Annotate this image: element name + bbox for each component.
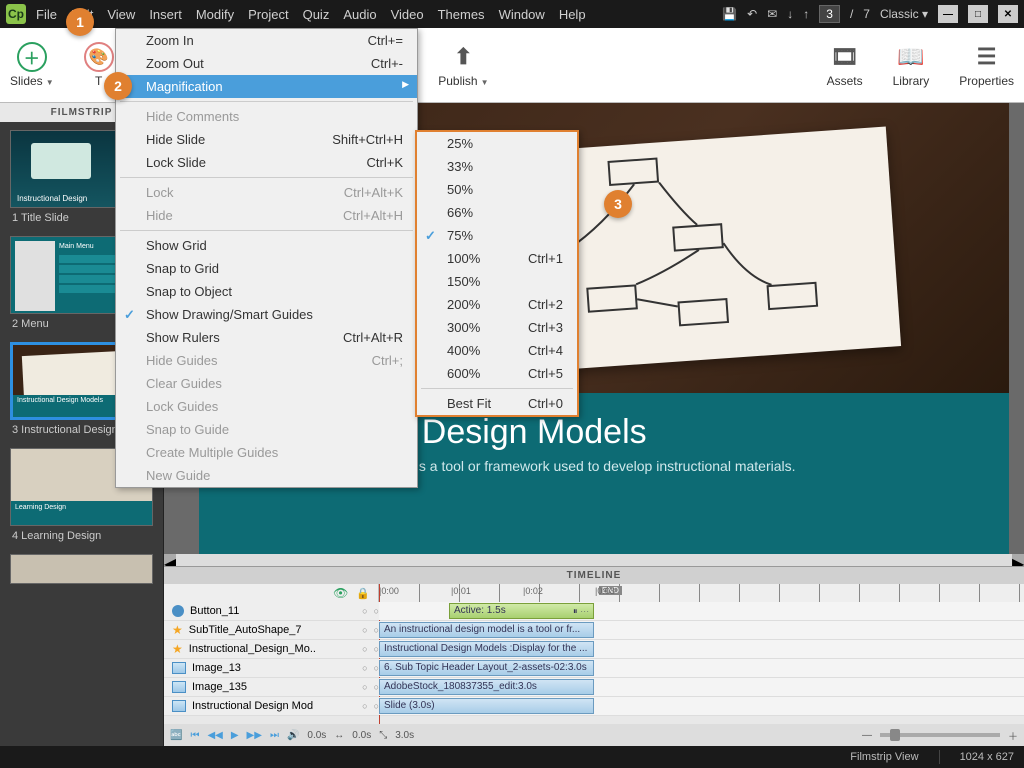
menu-item: HideCtrl+Alt+H — [116, 204, 417, 227]
app-logo: Cp — [6, 4, 26, 24]
timeline-panel: TIMELINE 👁 🔒 END|0:00|0:01|0:02|0:03 Butt… — [164, 566, 1024, 746]
status-view: Filmstrip View — [850, 751, 918, 763]
lock-icon[interactable]: 🔒 — [356, 587, 370, 600]
cc-toggle[interactable]: 🔤 — [170, 730, 182, 741]
mail-icon[interactable]: ✉ — [767, 7, 777, 21]
menu-insert[interactable]: Insert — [149, 7, 182, 22]
menu-item: Hide GuidesCtrl+; — [116, 349, 417, 372]
tl-audio[interactable]: 🔊 — [287, 730, 299, 741]
step-marker-3: 3 — [604, 190, 632, 218]
tl-first[interactable]: ⏮ — [190, 730, 199, 741]
timeline-controls: 🔤 ⏮ ◀◀ ▶ ▶▶ ⏭ 🔊 0.0s ↔ 0.0s ⤡ 3.0s — ＋ — [164, 724, 1024, 746]
menu-item[interactable]: Show Grid — [116, 234, 417, 257]
page-sep: / — [850, 7, 853, 21]
magnification-submenu[interactable]: 25%33%50%66%75%100%Ctrl+1150%200%Ctrl+23… — [415, 130, 579, 417]
menu-item: Lock Guides — [116, 395, 417, 418]
menu-item[interactable]: Show Drawing/Smart Guides — [116, 303, 417, 326]
status-bar: Filmstrip View 1024 x 627 — [0, 746, 1024, 768]
menu-item[interactable]: Snap to Grid — [116, 257, 417, 280]
step-marker-1: 1 — [66, 8, 94, 36]
visibility-icon[interactable]: 👁 — [333, 586, 348, 600]
step-marker-2: 2 — [104, 72, 132, 100]
menu-item[interactable]: 150% — [417, 270, 577, 293]
menu-item[interactable]: 33% — [417, 155, 577, 178]
menu-item[interactable]: Snap to Object — [116, 280, 417, 303]
menu-bar: FileEditViewInsertModifyProjectQuizAudio… — [36, 7, 586, 22]
menu-item: Snap to Guide — [116, 418, 417, 441]
menu-file[interactable]: File — [36, 7, 57, 22]
tl-prev[interactable]: ◀◀ — [207, 730, 222, 741]
tl-div-icon: ⤡ — [379, 730, 387, 741]
tl-next[interactable]: ▶▶ — [247, 730, 262, 741]
menu-item: Hide Comments — [116, 105, 417, 128]
timeline-header: TIMELINE — [164, 567, 1024, 584]
menu-themes[interactable]: Themes — [438, 7, 485, 22]
menu-help[interactable]: Help — [559, 7, 586, 22]
tl-time2: 0.0s — [352, 730, 371, 741]
timeline-row[interactable]: Image_135○○AdobeStock_180837355_edit:3.0… — [164, 678, 1024, 697]
menu-item[interactable]: Best FitCtrl+0 — [417, 392, 577, 415]
timeline-row[interactable]: Button_11○○Active: 1.5s⏸ ⋯ — [164, 602, 1024, 621]
menu-item[interactable]: Zoom InCtrl+= — [116, 29, 417, 52]
tl-zoom-slider[interactable] — [890, 729, 900, 741]
minimize-button[interactable]: — — [938, 5, 958, 23]
menu-item[interactable]: 75% — [417, 224, 577, 247]
menu-view[interactable]: View — [107, 7, 135, 22]
workspace-switcher[interactable]: Classic ▾ — [880, 7, 928, 21]
menu-item[interactable]: 66% — [417, 201, 577, 224]
filmstrip-slide-title: 4 Learning Design — [10, 526, 153, 546]
menu-item[interactable]: 300%Ctrl+3 — [417, 316, 577, 339]
menu-item[interactable]: 600%Ctrl+5 — [417, 362, 577, 385]
maximize-button[interactable]: □ — [968, 5, 988, 23]
publish-button[interactable]: ⬆Publish▼ — [438, 42, 488, 88]
timeline-ruler[interactable]: END|0:00|0:01|0:02|0:03 — [379, 584, 1024, 602]
tl-last[interactable]: ⏭ — [270, 730, 279, 741]
slides-button[interactable]: ＋Slides▼ — [10, 42, 54, 88]
menu-item[interactable]: 400%Ctrl+4 — [417, 339, 577, 362]
menu-item[interactable]: Show RulersCtrl+Alt+R — [116, 326, 417, 349]
status-dimensions: 1024 x 627 — [960, 751, 1014, 763]
tl-zoom-out[interactable]: — — [862, 730, 872, 741]
menu-item[interactable]: 50% — [417, 178, 577, 201]
properties-button[interactable]: ☰Properties — [959, 42, 1014, 88]
page-current[interactable]: 3 — [819, 5, 840, 23]
menu-project[interactable]: Project — [248, 7, 288, 22]
timeline-row[interactable]: Instructional Design Mod○○Slide (3.0s) — [164, 697, 1024, 716]
timeline-row[interactable]: ★Instructional_Design_Mo..○○Instructiona… — [164, 640, 1024, 659]
menu-item[interactable]: Magnification — [116, 75, 417, 98]
menu-item: Create Multiple Guides — [116, 441, 417, 464]
tl-time3: 3.0s — [395, 730, 414, 741]
tl-zoom-in[interactable]: ＋ — [1008, 728, 1018, 743]
menu-item[interactable]: Zoom OutCtrl+- — [116, 52, 417, 75]
menu-item: LockCtrl+Alt+K — [116, 181, 417, 204]
down-arrow-icon[interactable]: ↓ — [787, 7, 793, 21]
title-bar: Cp FileEditViewInsertModifyProjectQuizAu… — [0, 0, 1024, 28]
assets-button[interactable]: 🎞Assets — [827, 42, 863, 88]
menu-item[interactable]: 100%Ctrl+1 — [417, 247, 577, 270]
tl-play[interactable]: ▶ — [231, 730, 239, 741]
undo-icon[interactable]: ↶ — [747, 7, 757, 21]
up-arrow-icon[interactable]: ↑ — [803, 7, 809, 21]
menu-audio[interactable]: Audio — [343, 7, 376, 22]
menu-modify[interactable]: Modify — [196, 7, 234, 22]
timeline-row[interactable]: Image_13○○6. Sub Topic Header Layout_2-a… — [164, 659, 1024, 678]
tl-time1: 0.0s — [307, 730, 326, 741]
menu-item[interactable]: Hide SlideShift+Ctrl+H — [116, 128, 417, 151]
menu-item: New Guide — [116, 464, 417, 487]
menu-item: Clear Guides — [116, 372, 417, 395]
library-button[interactable]: 📖Library — [893, 42, 930, 88]
menu-window[interactable]: Window — [499, 7, 545, 22]
timeline-row[interactable]: ★SubTitle_AutoShape_7○○An instructional … — [164, 621, 1024, 640]
page-total: 7 — [863, 7, 870, 21]
save-icon[interactable]: 💾 — [722, 7, 737, 21]
view-menu[interactable]: Zoom InCtrl+=Zoom OutCtrl+-Magnification… — [115, 28, 418, 488]
menu-item[interactable]: 200%Ctrl+2 — [417, 293, 577, 316]
close-button[interactable]: ✕ — [998, 5, 1018, 23]
menu-quiz[interactable]: Quiz — [303, 7, 330, 22]
menu-video[interactable]: Video — [391, 7, 424, 22]
tl-sep-icon: ↔ — [334, 730, 344, 741]
menu-item[interactable]: 25% — [417, 132, 577, 155]
menu-item[interactable]: Lock SlideCtrl+K — [116, 151, 417, 174]
